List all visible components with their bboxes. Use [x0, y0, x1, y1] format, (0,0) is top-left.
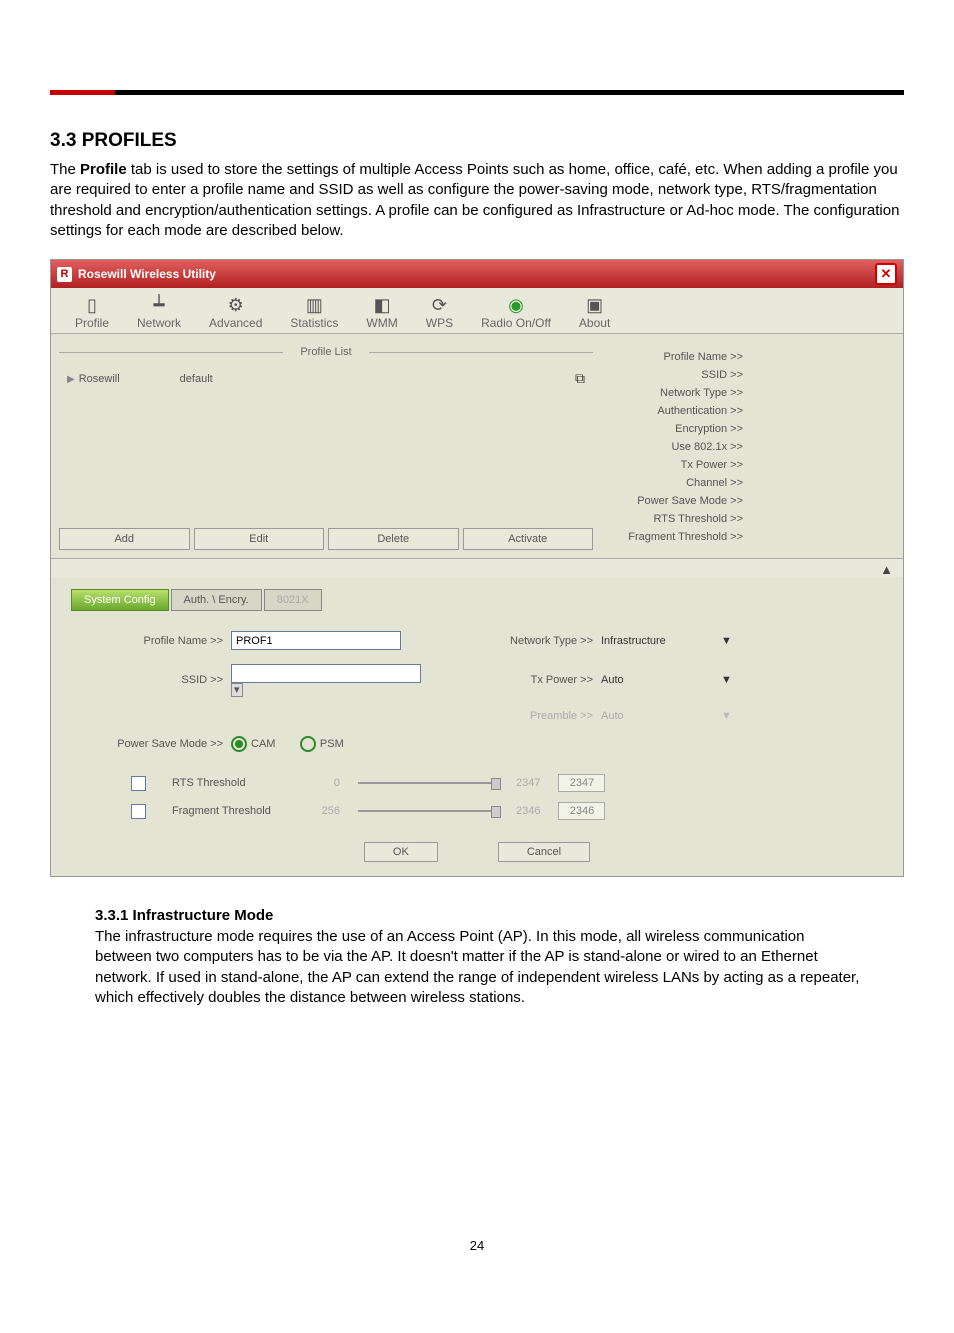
rts-checkbox[interactable] [131, 776, 146, 791]
tab-advanced[interactable]: ⚙Advanced [209, 294, 262, 330]
rts-slider[interactable] [358, 782, 498, 784]
add-button[interactable]: Add [59, 528, 190, 550]
header-rule [50, 90, 904, 95]
psm-label: Power Save Mode >> [71, 738, 231, 750]
window-titlebar: R Rosewill Wireless Utility ✕ [51, 260, 903, 288]
ok-button[interactable]: OK [364, 842, 438, 862]
profile-list-label: Profile List [59, 346, 593, 358]
tab-about[interactable]: ▣About [579, 294, 610, 330]
tab-statistics[interactable]: ▥Statistics [290, 294, 338, 330]
activate-button[interactable]: Activate [463, 528, 594, 550]
profile-list[interactable]: ▶Rosewill default ⧉ [59, 364, 593, 522]
chevron-down-icon[interactable]: ▼ [721, 674, 751, 686]
frag-label: Fragment Threshold [172, 805, 292, 817]
statistics-icon: ▥ [301, 294, 327, 316]
profile-name-label: Profile Name >> [71, 635, 231, 647]
subsection-heading: 3.3.1 Infrastructure Mode [95, 907, 865, 924]
network-icon: ┷ [146, 294, 172, 316]
profile-name-input[interactable] [231, 631, 401, 650]
frag-checkbox[interactable] [131, 804, 146, 819]
frag-slider[interactable] [358, 810, 498, 812]
wps-icon: ⟳ [426, 294, 452, 316]
main-toolbar: ▯Profile ┷Network ⚙Advanced ▥Statistics … [51, 288, 903, 334]
tab-auth-encry[interactable]: Auth. \ Encry. [171, 589, 262, 611]
about-icon: ▣ [582, 294, 608, 316]
active-indicator-icon: ▶ [67, 374, 75, 385]
tx-power-label: Tx Power >> [481, 674, 601, 686]
app-screenshot: R Rosewill Wireless Utility ✕ ▯Profile ┷… [50, 259, 904, 877]
rts-label: RTS Threshold [172, 777, 292, 789]
tab-wmm[interactable]: ◧WMM [366, 294, 397, 330]
chevron-up-icon: ▲ [880, 562, 893, 577]
advanced-icon: ⚙ [223, 294, 249, 316]
psm-options: CAM PSM [231, 736, 431, 752]
section-heading: 3.3 PROFILES [50, 130, 904, 152]
subsection-text: The infrastructure mode requires the use… [95, 927, 865, 1008]
collapse-bar[interactable]: ▲ [51, 558, 903, 577]
signal-icon: ⧉ [575, 370, 585, 387]
profile-details: Profile Name >> SSID >> Network Type >> … [593, 334, 903, 558]
tab-8021x[interactable]: 8021X [264, 589, 322, 611]
tab-wps[interactable]: ⟳WPS [426, 294, 453, 330]
chevron-down-icon: ▼ [721, 710, 751, 722]
chevron-down-icon[interactable]: ▼ [721, 635, 751, 647]
wmm-icon: ◧ [369, 294, 395, 316]
delete-button[interactable]: Delete [328, 528, 459, 550]
frag-value[interactable]: 2346 [558, 802, 605, 820]
preamble-select: Auto [601, 710, 721, 722]
page-number: 24 [50, 1238, 904, 1253]
tab-radio[interactable]: ◉Radio On/Off [481, 294, 551, 330]
tab-system-config[interactable]: System Config [71, 589, 169, 611]
rts-value[interactable]: 2347 [558, 774, 605, 792]
ssid-label: SSID >> [71, 674, 231, 686]
profile-row[interactable]: ▶Rosewill default ⧉ [67, 368, 585, 389]
radio-icon: ◉ [503, 294, 529, 316]
tx-power-select[interactable]: Auto [601, 674, 721, 686]
profile-icon: ▯ [79, 294, 105, 316]
ssid-input[interactable] [231, 664, 421, 683]
psm-cam-radio[interactable]: CAM [231, 738, 275, 750]
tab-profile[interactable]: ▯Profile [75, 294, 109, 330]
psm-psm-radio[interactable]: PSM [300, 738, 344, 750]
close-icon[interactable]: ✕ [875, 263, 897, 285]
network-type-label: Network Type >> [481, 635, 601, 647]
intro-paragraph: The Profile tab is used to store the set… [50, 160, 904, 241]
app-logo-icon: R [57, 267, 72, 282]
tab-network[interactable]: ┷Network [137, 294, 181, 330]
network-type-select[interactable]: Infrastructure [601, 635, 721, 647]
preamble-label: Preamble >> [481, 710, 601, 722]
edit-button[interactable]: Edit [194, 528, 325, 550]
window-title: Rosewill Wireless Utility [78, 267, 216, 281]
cancel-button[interactable]: Cancel [498, 842, 590, 862]
